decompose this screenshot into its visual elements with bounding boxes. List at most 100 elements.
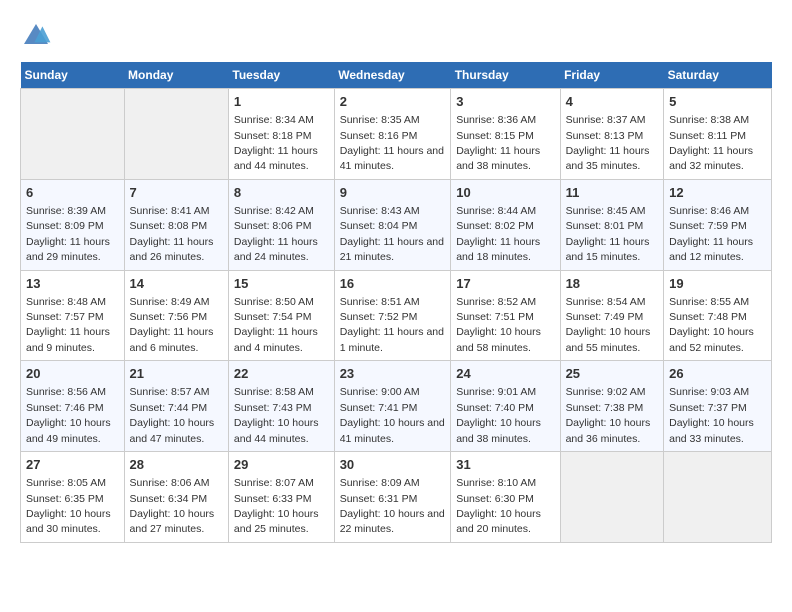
calendar-cell: 28 Sunrise: 8:06 AMSunset: 6:34 PMDayligh… — [124, 452, 228, 543]
day-info: Sunrise: 8:51 AMSunset: 7:52 PMDaylight:… — [340, 296, 444, 354]
calendar-cell: 7 Sunrise: 8:41 AMSunset: 8:08 PMDaylight… — [124, 179, 228, 270]
day-number: 8 — [234, 184, 329, 202]
day-info: Sunrise: 8:56 AMSunset: 7:46 PMDaylight:… — [26, 386, 111, 444]
day-number: 30 — [340, 456, 446, 474]
calendar-day-header: Tuesday — [228, 62, 334, 89]
calendar-cell: 27 Sunrise: 8:05 AMSunset: 6:35 PMDayligh… — [21, 452, 125, 543]
day-number: 25 — [566, 365, 659, 383]
day-number: 13 — [26, 275, 119, 293]
calendar-cell: 8 Sunrise: 8:42 AMSunset: 8:06 PMDaylight… — [228, 179, 334, 270]
day-number: 27 — [26, 456, 119, 474]
calendar-cell: 17 Sunrise: 8:52 AMSunset: 7:51 PMDayligh… — [451, 270, 560, 361]
calendar-cell: 18 Sunrise: 8:54 AMSunset: 7:49 PMDayligh… — [560, 270, 664, 361]
day-info: Sunrise: 8:57 AMSunset: 7:44 PMDaylight:… — [130, 386, 215, 444]
calendar-week-row: 27 Sunrise: 8:05 AMSunset: 6:35 PMDayligh… — [21, 452, 772, 543]
calendar-cell: 12Sunrise: 8:46 AMSunset: 7:59 PMDayligh… — [664, 179, 772, 270]
page-header — [20, 20, 772, 52]
day-info: Sunrise: 8:06 AMSunset: 6:34 PMDaylight:… — [130, 477, 215, 535]
day-number: 2 — [340, 93, 446, 111]
calendar-day-header: Saturday — [664, 62, 772, 89]
day-number: 31 — [456, 456, 554, 474]
day-info: Sunrise: 8:10 AMSunset: 6:30 PMDaylight:… — [456, 477, 541, 535]
calendar-cell: 23 Sunrise: 9:00 AMSunset: 7:41 PMDayligh… — [334, 361, 451, 452]
calendar-cell: 4 Sunrise: 8:37 AMSunset: 8:13 PMDaylight… — [560, 89, 664, 180]
calendar-week-row: 1 Sunrise: 8:34 AMSunset: 8:18 PMDaylight… — [21, 89, 772, 180]
day-number: 24 — [456, 365, 554, 383]
day-number: 18 — [566, 275, 659, 293]
day-info: Sunrise: 8:46 AMSunset: 7:59 PMDaylight:… — [669, 205, 753, 263]
day-info: Sunrise: 8:05 AMSunset: 6:35 PMDaylight:… — [26, 477, 111, 535]
day-number: 14 — [130, 275, 223, 293]
calendar-cell: 14 Sunrise: 8:49 AMSunset: 7:56 PMDayligh… — [124, 270, 228, 361]
day-info: Sunrise: 8:36 AMSunset: 8:15 PMDaylight:… — [456, 114, 540, 172]
calendar-week-row: 20 Sunrise: 8:56 AMSunset: 7:46 PMDayligh… — [21, 361, 772, 452]
calendar-cell: 21Sunrise: 8:57 AMSunset: 7:44 PMDayligh… — [124, 361, 228, 452]
day-number: 17 — [456, 275, 554, 293]
day-info: Sunrise: 8:49 AMSunset: 7:56 PMDaylight:… — [130, 296, 214, 354]
calendar-cell: 9 Sunrise: 8:43 AMSunset: 8:04 PMDaylight… — [334, 179, 451, 270]
calendar-body: 1 Sunrise: 8:34 AMSunset: 8:18 PMDaylight… — [21, 89, 772, 543]
day-number: 16 — [340, 275, 446, 293]
calendar-cell: 2 Sunrise: 8:35 AMSunset: 8:16 PMDaylight… — [334, 89, 451, 180]
calendar-cell: 11Sunrise: 8:45 AMSunset: 8:01 PMDayligh… — [560, 179, 664, 270]
calendar-cell: 22 Sunrise: 8:58 AMSunset: 7:43 PMDayligh… — [228, 361, 334, 452]
calendar-day-header: Sunday — [21, 62, 125, 89]
day-info: Sunrise: 9:00 AMSunset: 7:41 PMDaylight:… — [340, 386, 445, 444]
day-number: 28 — [130, 456, 223, 474]
day-info: Sunrise: 8:37 AMSunset: 8:13 PMDaylight:… — [566, 114, 650, 172]
calendar-week-row: 6 Sunrise: 8:39 AMSunset: 8:09 PMDaylight… — [21, 179, 772, 270]
logo-icon — [20, 20, 52, 52]
day-number: 7 — [130, 184, 223, 202]
day-number: 11 — [566, 184, 659, 202]
calendar-cell: 13 Sunrise: 8:48 AMSunset: 7:57 PMDayligh… — [21, 270, 125, 361]
calendar-cell: 29 Sunrise: 8:07 AMSunset: 6:33 PMDayligh… — [228, 452, 334, 543]
calendar-cell: 24Sunrise: 9:01 AMSunset: 7:40 PMDayligh… — [451, 361, 560, 452]
day-info: Sunrise: 8:39 AMSunset: 8:09 PMDaylight:… — [26, 205, 110, 263]
calendar-cell: 19Sunrise: 8:55 AMSunset: 7:48 PMDayligh… — [664, 270, 772, 361]
day-number: 3 — [456, 93, 554, 111]
calendar-header-row: SundayMondayTuesdayWednesdayThursdayFrid… — [21, 62, 772, 89]
calendar-cell: 6 Sunrise: 8:39 AMSunset: 8:09 PMDaylight… — [21, 179, 125, 270]
day-number: 6 — [26, 184, 119, 202]
calendar-cell: 31 Sunrise: 8:10 AMSunset: 6:30 PMDayligh… — [451, 452, 560, 543]
day-number: 4 — [566, 93, 659, 111]
day-number: 20 — [26, 365, 119, 383]
day-number: 22 — [234, 365, 329, 383]
day-info: Sunrise: 8:44 AMSunset: 8:02 PMDaylight:… — [456, 205, 540, 263]
calendar-cell — [124, 89, 228, 180]
calendar-table: SundayMondayTuesdayWednesdayThursdayFrid… — [20, 62, 772, 543]
day-info: Sunrise: 8:58 AMSunset: 7:43 PMDaylight:… — [234, 386, 319, 444]
calendar-week-row: 13 Sunrise: 8:48 AMSunset: 7:57 PMDayligh… — [21, 270, 772, 361]
calendar-cell: 3 Sunrise: 8:36 AMSunset: 8:15 PMDaylight… — [451, 89, 560, 180]
day-number: 29 — [234, 456, 329, 474]
day-number: 26 — [669, 365, 766, 383]
day-info: Sunrise: 8:41 AMSunset: 8:08 PMDaylight:… — [130, 205, 214, 263]
calendar-cell: 15Sunrise: 8:50 AMSunset: 7:54 PMDayligh… — [228, 270, 334, 361]
calendar-day-header: Thursday — [451, 62, 560, 89]
day-info: Sunrise: 8:54 AMSunset: 7:49 PMDaylight:… — [566, 296, 651, 354]
day-info: Sunrise: 8:42 AMSunset: 8:06 PMDaylight:… — [234, 205, 318, 263]
day-info: Sunrise: 9:03 AMSunset: 7:37 PMDaylight:… — [669, 386, 754, 444]
day-number: 23 — [340, 365, 446, 383]
day-info: Sunrise: 9:02 AMSunset: 7:38 PMDaylight:… — [566, 386, 651, 444]
calendar-cell: 10 Sunrise: 8:44 AMSunset: 8:02 PMDayligh… — [451, 179, 560, 270]
calendar-cell: 20 Sunrise: 8:56 AMSunset: 7:46 PMDayligh… — [21, 361, 125, 452]
day-info: Sunrise: 8:09 AMSunset: 6:31 PMDaylight:… — [340, 477, 445, 535]
day-info: Sunrise: 8:48 AMSunset: 7:57 PMDaylight:… — [26, 296, 110, 354]
day-number: 19 — [669, 275, 766, 293]
calendar-cell: 5Sunrise: 8:38 AMSunset: 8:11 PMDaylight… — [664, 89, 772, 180]
day-info: Sunrise: 8:43 AMSunset: 8:04 PMDaylight:… — [340, 205, 444, 263]
calendar-cell: 16 Sunrise: 8:51 AMSunset: 7:52 PMDayligh… — [334, 270, 451, 361]
calendar-cell — [21, 89, 125, 180]
calendar-cell: 25 Sunrise: 9:02 AMSunset: 7:38 PMDayligh… — [560, 361, 664, 452]
calendar-cell: 30 Sunrise: 8:09 AMSunset: 6:31 PMDayligh… — [334, 452, 451, 543]
day-info: Sunrise: 8:34 AMSunset: 8:18 PMDaylight:… — [234, 114, 318, 172]
day-number: 9 — [340, 184, 446, 202]
day-number: 1 — [234, 93, 329, 111]
calendar-cell — [664, 452, 772, 543]
day-info: Sunrise: 8:35 AMSunset: 8:16 PMDaylight:… — [340, 114, 444, 172]
day-number: 10 — [456, 184, 554, 202]
day-info: Sunrise: 8:07 AMSunset: 6:33 PMDaylight:… — [234, 477, 319, 535]
calendar-day-header: Friday — [560, 62, 664, 89]
day-info: Sunrise: 8:52 AMSunset: 7:51 PMDaylight:… — [456, 296, 541, 354]
